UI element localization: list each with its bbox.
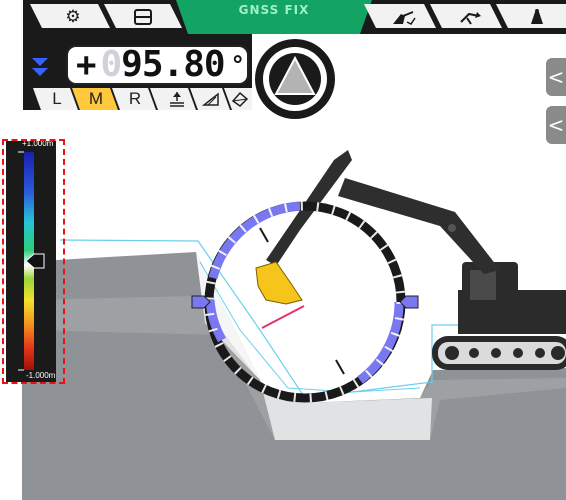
highlight-box <box>2 139 65 384</box>
settings-button[interactable]: ⚙ <box>48 0 98 34</box>
slope-button[interactable] <box>196 87 226 111</box>
mode-button-middle[interactable]: M <box>79 87 113 111</box>
excavator <box>255 150 566 370</box>
boom-mode-button[interactable] <box>446 0 494 34</box>
angle-unit: ° <box>230 51 245 79</box>
angle-digits: 95.80 <box>121 44 225 85</box>
excavator-bucket <box>255 261 303 305</box>
angle-readout: + 095.80 ° <box>66 45 249 85</box>
operator-icon <box>531 9 543 24</box>
level-target-button[interactable] <box>160 87 194 111</box>
side-panel-toggle-2[interactable]: < <box>546 106 566 144</box>
boom-arm-icon <box>460 12 481 25</box>
plane-button[interactable] <box>228 87 252 111</box>
mode-button-left[interactable]: L <box>40 87 74 111</box>
plane-icon <box>231 91 249 107</box>
split-view-icon <box>134 9 152 25</box>
angle-ghost-digit: 0 <box>100 44 122 85</box>
chevron-left-icon: < <box>547 113 565 137</box>
angle-value: 095.80 <box>100 44 225 85</box>
slope-icon <box>202 92 219 106</box>
level-target-icon <box>170 92 184 107</box>
gear-icon: ⚙ <box>65 7 81 27</box>
mode-button-right[interactable]: R <box>118 87 152 111</box>
operator-mode-button[interactable] <box>512 0 560 34</box>
gnss-status: GNSS FIX <box>238 3 310 17</box>
side-panel-toggle-1[interactable]: < <box>546 58 566 96</box>
excavator-dig-icon <box>393 11 416 25</box>
bucket-direction-line <box>261 305 305 329</box>
angle-sign: + <box>76 45 97 85</box>
split-view-button[interactable] <box>118 0 168 34</box>
compass-widget[interactable] <box>255 39 335 119</box>
dig-mode-button[interactable] <box>380 0 428 34</box>
chevron-left-icon: < <box>547 65 565 89</box>
